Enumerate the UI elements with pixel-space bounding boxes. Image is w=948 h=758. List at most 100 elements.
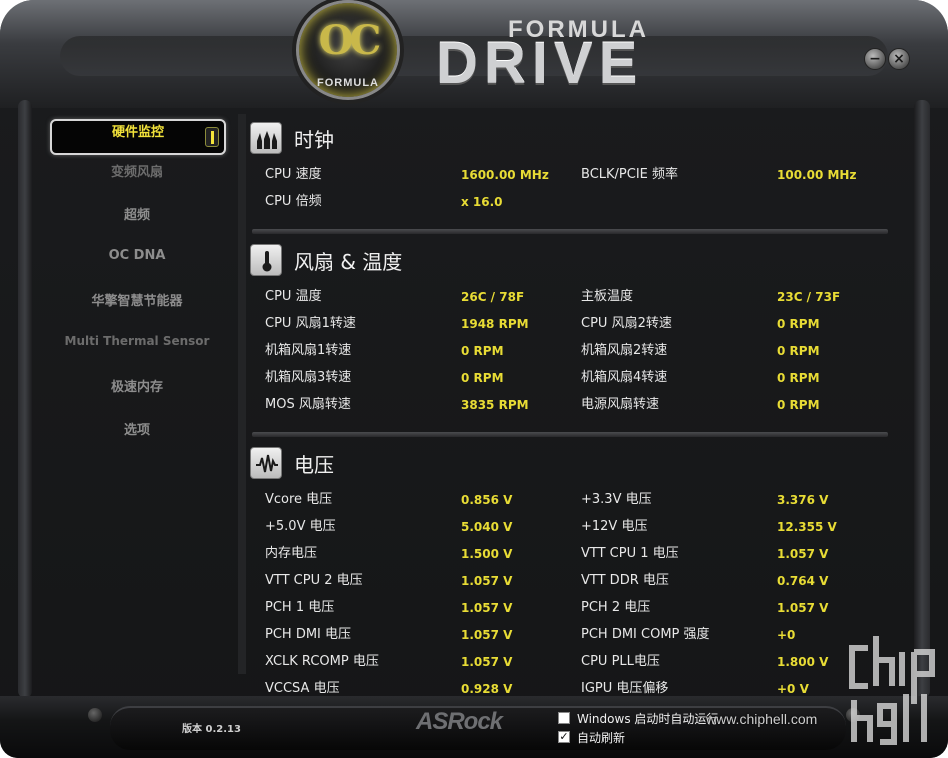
title-bar[interactable]: OC FORMULA FORMULA DRIVE − × — [0, 0, 948, 108]
clock-bars-icon — [250, 122, 282, 154]
sidebar-item-energy-saver[interactable]: 华擎智慧节能器 — [46, 290, 228, 326]
section-divider — [252, 432, 888, 437]
vcore-label: Vcore 电压 — [265, 492, 333, 507]
table-row: CPU 倍频 x 16.0 — [238, 193, 902, 220]
section-divider — [252, 229, 888, 234]
chassis-fan3-label: 机箱风扇3转速 — [265, 370, 352, 385]
chassis-fan4-label: 机箱风扇4转速 — [581, 370, 668, 385]
sidebar-item-overclock[interactable]: 超频 — [46, 204, 228, 240]
sidebar-item-label: 变频风扇 — [110, 165, 163, 180]
sidebar-item-multi-thermal-sensor[interactable]: Multi Thermal Sensor — [46, 334, 228, 370]
pch2-label: PCH 2 电压 — [581, 600, 651, 615]
sidebar-item-label: OC DNA — [108, 248, 166, 263]
table-row: MOS 风扇转速 3835 RPM 电源风扇转速 0 RPM — [238, 396, 902, 423]
app-window: OC FORMULA FORMULA DRIVE − × 硬件监控 变频风扇 超… — [0, 0, 948, 758]
logo-drive-text: DRIVE — [436, 31, 644, 96]
vtt-cpu2-value: 1.057 V — [461, 574, 513, 588]
bclk-label: BCLK/PCIE 频率 — [581, 167, 679, 182]
thermometer-icon — [250, 244, 282, 276]
cpu-fan2-value: 0 RPM — [777, 317, 820, 331]
xclk-rcomp-value: 1.057 V — [461, 655, 513, 669]
sidebar-nav: 硬件监控 变频风扇 超频 OC DNA 华擎智慧节能器 Multi Therma… — [46, 112, 228, 612]
oc-formula-logo: OC FORMULA — [296, 0, 400, 100]
sidebar-item-label: 超频 — [123, 208, 150, 223]
asrock-logo: ASRock — [416, 708, 503, 735]
igpu-offset-value: +0 V — [777, 682, 809, 696]
logo-oc-text: OC — [318, 17, 382, 64]
sidebar-item-xfast-ram[interactable]: 极速内存 — [46, 376, 228, 412]
vtt-cpu1-label: VTT CPU 1 电压 — [581, 546, 679, 561]
sidebar-item-hardware-monitor[interactable]: 硬件监控 — [50, 119, 226, 155]
cpu-speed-label: CPU 速度 — [265, 167, 322, 182]
sidebar-item-label: 硬件监控 — [111, 125, 164, 140]
startup-checkbox-label: Windows 启动时自动运行 — [577, 712, 719, 726]
autorefresh-checkbox-label: 自动刷新 — [577, 731, 626, 745]
pch-dmi-comp-label: PCH DMI COMP 强度 — [581, 627, 710, 642]
table-row: CPU 速度 1600.00 MHz BCLK/PCIE 频率 100.00 M… — [238, 166, 902, 193]
close-button[interactable]: × — [888, 48, 910, 70]
chassis-fan2-value: 0 RPM — [777, 344, 820, 358]
psu-fan-value: 0 RPM — [777, 398, 820, 412]
mos-fan-label: MOS 风扇转速 — [265, 397, 351, 412]
screw-icon — [88, 708, 102, 722]
cpu-ratio-label: CPU 倍频 — [265, 194, 322, 209]
table-row: Vcore 电压 0.856 V +3.3V 电压 3.376 V — [238, 491, 902, 518]
table-row: 机箱风扇3转速 0 RPM 机箱风扇4转速 0 RPM — [238, 369, 902, 396]
sidebar-item-label: 极速内存 — [110, 380, 163, 395]
xclk-rcomp-label: XCLK RCOMP 电压 — [265, 654, 379, 669]
pch2-value: 1.057 V — [777, 601, 829, 615]
sidebar-item-oc-dna[interactable]: OC DNA — [46, 248, 228, 284]
table-row: +5.0V 电压 5.040 V +12V 电压 12.355 V — [238, 518, 902, 545]
mb-temp-value: 23C / 73F — [777, 290, 841, 304]
chassis-fan2-label: 机箱风扇2转速 — [581, 343, 668, 358]
vccsa-value: 0.928 V — [461, 682, 513, 696]
sidebar-item-label: 选项 — [123, 423, 150, 438]
chassis-fan1-value: 0 RPM — [461, 344, 504, 358]
logo-formula-small-text: FORMULA — [317, 77, 379, 89]
dram-voltage-label: 内存电压 — [265, 546, 318, 561]
startup-checkbox[interactable] — [558, 712, 570, 724]
table-row: 机箱风扇1转速 0 RPM 机箱风扇2转速 0 RPM — [238, 342, 902, 369]
pch-dmi-value: 1.057 V — [461, 628, 513, 642]
table-row: XCLK RCOMP 电压 1.057 V CPU PLL电压 1.800 V — [238, 653, 902, 680]
minimize-button[interactable]: − — [864, 48, 886, 70]
cpu-pll-label: CPU PLL电压 — [581, 654, 660, 669]
mos-fan-value: 3835 RPM — [461, 398, 529, 412]
section-voltage-title: 电压 — [294, 453, 334, 477]
sidebar-item-options[interactable]: 选项 — [46, 419, 228, 455]
section-clock-title: 时钟 — [294, 128, 334, 152]
left-frame-rail — [18, 100, 32, 698]
vcore-value: 0.856 V — [461, 493, 513, 507]
cpu-fan1-label: CPU 风扇1转速 — [265, 316, 356, 331]
v33-label: +3.3V 电压 — [581, 492, 652, 507]
vtt-ddr-value: 0.764 V — [777, 574, 829, 588]
vtt-cpu1-value: 1.057 V — [777, 547, 829, 561]
v33-value: 3.376 V — [777, 493, 829, 507]
chiphell-watermark-logo — [844, 630, 940, 748]
chassis-fan4-value: 0 RPM — [777, 371, 820, 385]
vtt-cpu2-label: VTT CPU 2 电压 — [265, 573, 363, 588]
psu-fan-label: 电源风扇转速 — [581, 397, 660, 412]
cpu-temp-label: CPU 温度 — [265, 289, 322, 304]
cpu-ratio-value: x 16.0 — [461, 195, 503, 209]
sidebar-item-fan-tuning[interactable]: 变频风扇 — [46, 161, 228, 197]
cpu-pll-value: 1.800 V — [777, 655, 829, 669]
autorefresh-checkbox[interactable]: ✓ — [558, 731, 570, 743]
vccsa-label: VCCSA 电压 — [265, 681, 340, 696]
pch1-value: 1.057 V — [461, 601, 513, 615]
v12-value: 12.355 V — [777, 520, 837, 534]
table-row: CPU 温度 26C / 78F 主板温度 23C / 73F — [238, 288, 902, 315]
chassis-fan1-label: 机箱风扇1转速 — [265, 343, 352, 358]
section-fan-temp-title: 风扇 & 温度 — [294, 250, 403, 274]
table-row: 内存电压 1.500 V VTT CPU 1 电压 1.057 V — [238, 545, 902, 572]
table-row: CPU 风扇1转速 1948 RPM CPU 风扇2转速 0 RPM — [238, 315, 902, 342]
sidebar-item-label: 华擎智慧节能器 — [91, 294, 183, 309]
bclk-value: 100.00 MHz — [777, 168, 857, 182]
waveform-icon — [250, 447, 282, 479]
igpu-offset-label: IGPU 电压偏移 — [581, 681, 669, 696]
sidebar-item-label: Multi Thermal Sensor — [64, 334, 210, 348]
cpu-fan1-value: 1948 RPM — [461, 317, 529, 331]
pch-dmi-label: PCH DMI 电压 — [265, 627, 352, 642]
table-row: PCH 1 电压 1.057 V PCH 2 电压 1.057 V — [238, 599, 902, 626]
pch1-label: PCH 1 电压 — [265, 600, 335, 615]
